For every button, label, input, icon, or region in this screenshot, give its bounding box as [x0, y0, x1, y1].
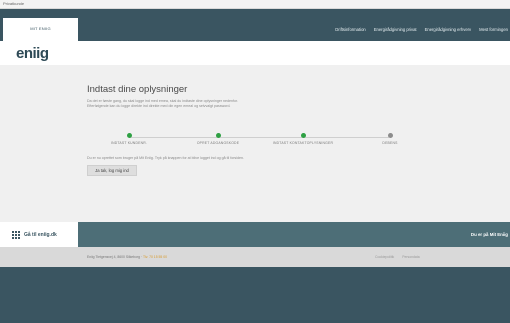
browser-bar: Privatkunde: [0, 0, 510, 9]
intro-text: Da det er første gang, du skal logge ind…: [87, 99, 238, 109]
nav-link-energiradgivning-privat[interactable]: Energirådgivning privat: [374, 27, 417, 32]
eniig-logo[interactable]: eniig: [16, 45, 49, 62]
step-label: INDTAST KUNDENR.: [110, 141, 148, 145]
step-pending-dot: [387, 133, 393, 138]
step-debens: DEBENS: [350, 133, 430, 145]
nav-link-driftsinformation[interactable]: Driftsinformation: [335, 27, 365, 32]
tab-mit-eniig-label: MIT ENIIG: [30, 26, 51, 31]
tab-mit-eniig[interactable]: MIT ENIIG: [3, 18, 78, 41]
nav-link-energiradgivning-erhverv[interactable]: Energirådgivning erhverv: [425, 27, 472, 32]
top-nav-links: Driftsinformation Energirådgivning priva…: [335, 27, 508, 32]
footer-link-cookiepolitik[interactable]: Cookiepolitik: [375, 255, 394, 259]
step-indtast-kundenr: INDTAST KUNDENR.: [89, 133, 169, 145]
step-done-dot: [300, 133, 306, 138]
intro-line: Efterfølgende kan du logge direkte ind d…: [87, 104, 231, 108]
goto-eniig-label: Gå til eniig.dk: [24, 231, 57, 238]
browser-tab-title[interactable]: Privatkunde: [3, 1, 24, 6]
step-label: INDTAST KONTAKTOPLYSNINGER: [272, 141, 334, 145]
step-indtast-kontaktoplysninger: INDTAST KONTAKTOPLYSNINGER: [263, 133, 343, 145]
step-label: DEBENS: [382, 141, 398, 145]
footer-address: Eniig Tietgensvej 4, 8600 Silkeborg · Tl…: [87, 255, 167, 259]
step-label: OPRET ADGANGSKODE: [196, 141, 240, 145]
nav-link-mest-formingen[interactable]: Mest formingen: [479, 27, 508, 32]
footer-links: Cookiepolitik Persondata: [375, 255, 420, 259]
site-bar: Gå til eniig.dk Du er på Mit Eniig: [0, 222, 510, 247]
step-done-dot: [126, 133, 132, 138]
footer-address-text: Eniig Tietgensvej 4, 8600 Silkeborg ·: [87, 255, 143, 259]
main-content: Indtast dine oplysninger Da det er først…: [0, 65, 510, 222]
grid-menu-icon: [12, 230, 20, 239]
footer-phone-link[interactable]: Tlv. 70 15 55 00: [143, 255, 167, 259]
login-button[interactable]: Ja tak, log mig ind: [87, 165, 137, 176]
location-indicator: Du er på Mit Eniig: [470, 232, 508, 237]
top-navigation-bar: MIT ENIIG Driftsinformation Energirådgiv…: [0, 9, 510, 41]
page-bottom: [0, 267, 510, 323]
page-title: Indtast dine oplysninger: [87, 84, 188, 95]
success-notice: Du er nu oprettet som bruger på Mit Enii…: [87, 156, 245, 160]
step-opret-adgangskode: OPRET ADGANGSKODE: [178, 133, 258, 145]
footer-link-persondata[interactable]: Persondata: [402, 255, 419, 259]
footer: Eniig Tietgensvej 4, 8600 Silkeborg · Tl…: [0, 247, 510, 267]
logo-row: eniig: [0, 41, 510, 65]
step-done-dot: [215, 133, 221, 138]
goto-eniig-link[interactable]: Gå til eniig.dk: [0, 222, 78, 247]
